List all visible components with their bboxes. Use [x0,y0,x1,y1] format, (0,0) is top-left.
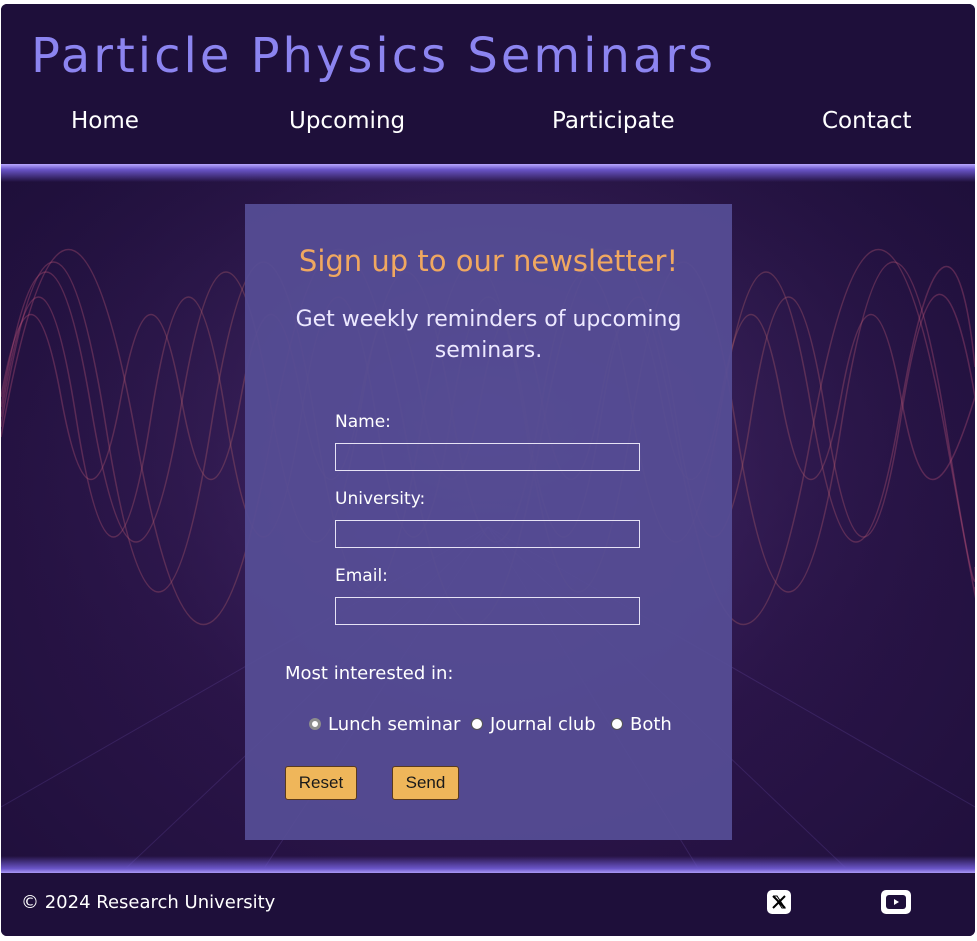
radio-lunch-seminar[interactable] [309,718,321,730]
university-field[interactable] [335,520,640,548]
main-nav: Home Upcoming Participate Contact [1,108,975,148]
page-frame: Particle Physics Seminars Home Upcoming … [1,4,975,936]
header-glow-divider [1,164,975,182]
reset-button[interactable]: Reset [285,766,357,800]
site-footer: © 2024 Research University [1,873,975,936]
nav-home[interactable]: Home [71,108,139,134]
newsletter-card: Sign up to our newsletter! Get weekly re… [245,204,732,840]
nav-upcoming[interactable]: Upcoming [289,108,405,134]
send-button[interactable]: Send [392,766,459,800]
newsletter-title: Sign up to our newsletter! [298,244,679,278]
name-label: Name: [335,412,391,432]
radio-both[interactable] [611,718,623,730]
interest-label: Most interested in: [285,663,454,684]
radio-both-label[interactable]: Both [630,714,672,735]
site-title: Particle Physics Seminars [31,28,717,84]
radio-lunch-seminar-label[interactable]: Lunch seminar [328,714,460,735]
site-header: Particle Physics Seminars Home Upcoming … [1,4,975,167]
newsletter-subtitle: Get weekly reminders of upcoming seminar… [295,307,682,363]
copyright-text: © 2024 Research University [21,892,276,913]
youtube-icon[interactable] [881,890,911,914]
radio-journal-club-label[interactable]: Journal club [490,714,596,735]
email-field[interactable] [335,597,640,625]
footer-glow-divider [1,856,975,874]
nav-contact[interactable]: Contact [822,108,911,134]
interest-radio-group: Lunch seminar Journal club Both [245,714,732,744]
x-twitter-icon[interactable] [767,890,791,914]
university-label: University: [335,489,426,509]
email-label: Email: [335,566,388,586]
radio-journal-club[interactable] [471,718,483,730]
nav-participate[interactable]: Participate [552,108,675,134]
name-field[interactable] [335,443,640,471]
